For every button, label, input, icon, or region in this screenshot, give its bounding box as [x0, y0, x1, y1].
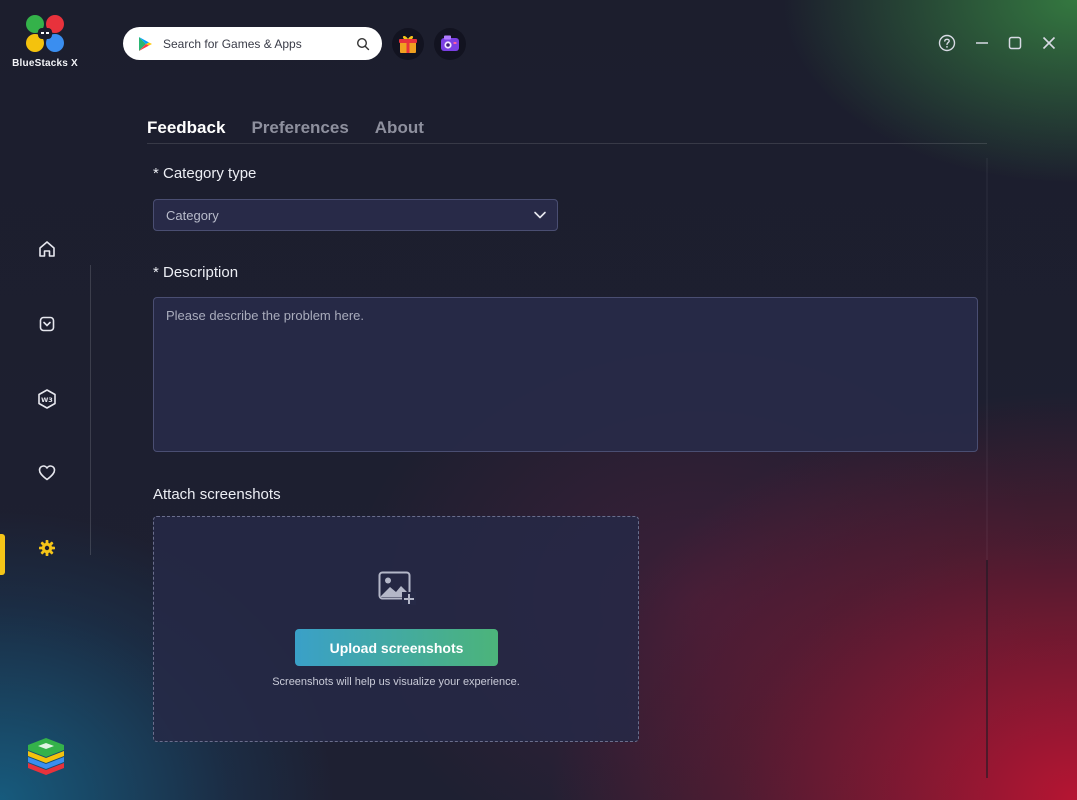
search-input[interactable] — [163, 36, 356, 51]
gift-icon — [399, 35, 417, 53]
bluestacks-stack-icon — [28, 738, 64, 775]
category-type-label: * Category type — [153, 165, 257, 182]
scrollbar-thumb[interactable] — [986, 560, 988, 778]
w3-icon: W3 — [38, 389, 56, 409]
sidebar-active-indicator — [0, 534, 5, 575]
sidebar-item-store[interactable] — [28, 305, 66, 343]
tab-preferences[interactable]: Preferences — [251, 118, 348, 138]
gift-button[interactable] — [392, 28, 424, 60]
google-play-icon — [139, 36, 152, 51]
camera-icon — [441, 35, 459, 51]
chevron-down-icon — [534, 211, 546, 219]
add-image-icon — [378, 571, 416, 605]
help-icon — [938, 34, 956, 52]
description-textarea[interactable] — [153, 297, 978, 452]
bluestacks-stack-logo[interactable] — [24, 735, 68, 782]
bluestacks-logo[interactable]: BlueStacks X — [8, 14, 82, 69]
sidebar-item-web3[interactable]: W3 — [28, 380, 66, 418]
screenshot-dropzone[interactable]: Upload screenshots Screenshots will help… — [153, 516, 639, 742]
tab-about[interactable]: About — [375, 118, 424, 138]
search-bar[interactable] — [123, 27, 382, 60]
gear-icon — [39, 540, 55, 556]
store-bag-icon — [39, 316, 55, 332]
heart-icon — [38, 465, 56, 481]
description-label: * Description — [153, 264, 239, 281]
sidebar-item-home[interactable] — [28, 230, 66, 268]
help-button[interactable] — [936, 32, 958, 54]
category-select[interactable]: Category — [153, 199, 558, 231]
home-icon — [39, 241, 55, 257]
sidebar-item-favorites[interactable] — [28, 454, 66, 492]
tabs-divider — [147, 143, 987, 144]
tab-feedback[interactable]: Feedback — [147, 118, 225, 138]
minimize-icon — [976, 42, 988, 44]
search-icon[interactable] — [356, 37, 370, 51]
close-icon — [1042, 36, 1056, 50]
close-button[interactable] — [1038, 32, 1060, 54]
settings-tabs: Feedback Preferences About — [147, 118, 424, 138]
svg-text:W3: W3 — [41, 396, 53, 404]
upload-screenshots-button[interactable]: Upload screenshots — [295, 629, 498, 666]
minimize-button[interactable] — [971, 32, 993, 54]
upload-hint-text: Screenshots will help us visualize your … — [272, 676, 520, 688]
sidebar-divider — [90, 265, 91, 555]
sidebar-item-settings[interactable] — [28, 529, 66, 567]
category-select-value: Category — [166, 207, 219, 223]
bluestacks-x-logo-icon — [26, 15, 64, 52]
app-name: BlueStacks X — [12, 58, 78, 69]
attach-screenshots-label: Attach screenshots — [153, 486, 281, 503]
maximize-button[interactable] — [1004, 32, 1026, 54]
media-button[interactable] — [434, 28, 466, 60]
maximize-icon — [1008, 36, 1022, 50]
